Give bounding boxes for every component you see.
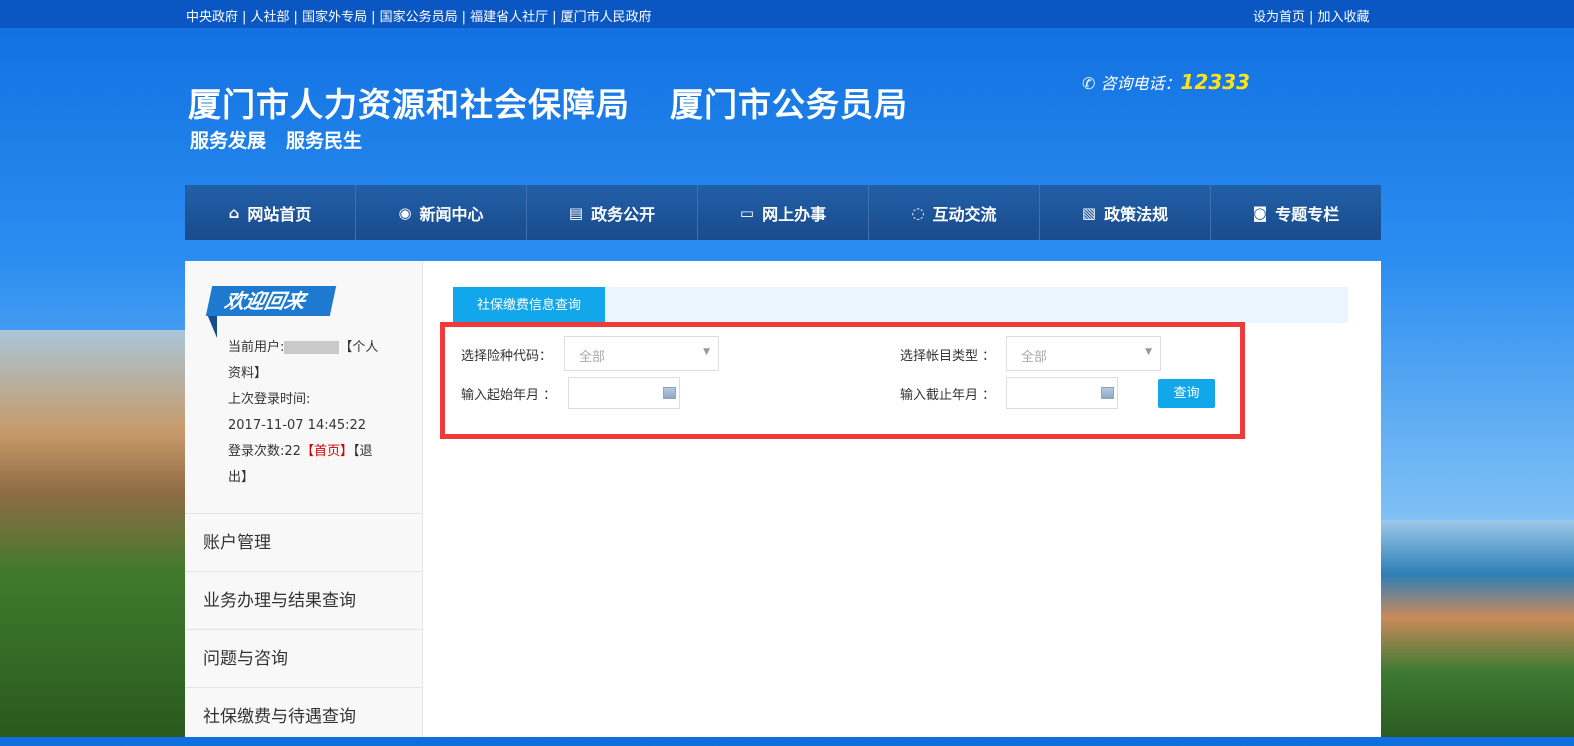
nav-label: 网站首页: [247, 204, 312, 224]
query-button[interactable]: 查询: [1158, 379, 1215, 408]
end-month-label: 输入截止年月 ：: [900, 388, 996, 403]
slogan: 服务发展 服务民生: [190, 126, 382, 153]
sidebar-item-business[interactable]: 业务办理与结果查询: [185, 571, 423, 629]
site-title: 厦门市人力资源和社会保障局 厦门市公务员局: [188, 78, 948, 126]
link-fujian-hrss[interactable]: 福建省人社厅: [470, 10, 548, 25]
tab-bar: 社保缴费信息查询: [453, 287, 1348, 323]
external-links: 中央政府 | 人社部 | 国家外专局 | 国家公务员局 | 福建省人社厅 | 厦门市人民政…: [186, 10, 652, 25]
chevron-down-icon: ▼: [703, 347, 710, 357]
link-civil-service[interactable]: 国家公务员局: [380, 10, 458, 25]
news-icon: ◉: [398, 203, 412, 222]
top-bar: 中央政府 | 人社部 | 国家外专局 | 国家公务员局 | 福建省人社厅 | 厦门市人民政…: [0, 0, 1574, 28]
sidebar-item-social-security[interactable]: 社保缴费与待遇查询: [185, 687, 423, 745]
sidebar: 欢迎回来 当前用户: 【个人资料】 上次登录时间: 2017-11-07 14:4…: [185, 261, 423, 737]
nav-label: 政务公开: [591, 204, 656, 224]
chat-icon: ◌: [911, 203, 925, 222]
insurance-value: 全部: [579, 350, 606, 365]
slogan-2: 服务民生: [286, 130, 363, 152]
add-bookmark-link[interactable]: 加入收藏: [1318, 10, 1370, 25]
sidebar-item-questions[interactable]: 问题与咨询: [185, 629, 423, 687]
home-link[interactable]: 【首页】: [301, 444, 353, 459]
calendar-icon[interactable]: [663, 387, 676, 399]
start-month-label: 输入起始年月 ：: [461, 388, 557, 403]
title-hrss: 厦门市人力资源和社会保障局: [188, 85, 630, 124]
account-type-select[interactable]: 全部 ▼: [1006, 336, 1161, 371]
nav-label: 政策法规: [1104, 204, 1169, 224]
welcome-banner: 欢迎回来: [205, 286, 337, 316]
slogan-1: 服务发展: [190, 130, 267, 152]
main-nav: ⌂ 网站首页 ◉ 新闻中心 ▤ 政务公开 ▭ 网上办事 ◌ 互动交流 ▧ 政策法规 ◙ 专题专…: [185, 185, 1381, 240]
scenery-left: [0, 330, 185, 737]
sidebar-item-account[interactable]: 账户管理: [185, 513, 423, 571]
last-login-time: 2017-11-07 14:45:22: [228, 418, 367, 433]
end-month-input[interactable]: [1006, 377, 1118, 409]
user-label: 当前用户:: [228, 340, 285, 355]
link-xiamen-gov[interactable]: 厦门市人民政府: [561, 10, 652, 25]
document-icon: ▤: [568, 203, 584, 222]
phone-label: 咨询电话：: [1100, 74, 1181, 93]
phone-number: 12333: [1180, 70, 1251, 94]
start-month-input[interactable]: [568, 377, 680, 409]
insurance-select[interactable]: 全部 ▼: [564, 336, 719, 371]
nav-home[interactable]: ⌂ 网站首页: [185, 185, 356, 240]
home-icon: ⌂: [228, 203, 240, 222]
policy-icon: ▧: [1081, 203, 1097, 222]
nav-interaction[interactable]: ◌ 互动交流: [869, 185, 1040, 240]
set-homepage-link[interactable]: 设为首页: [1253, 10, 1305, 25]
last-login-label: 上次登录时间:: [228, 392, 311, 407]
account-type-label: 选择帐目类型 ：: [900, 349, 996, 364]
scenery-right: [1380, 520, 1574, 737]
nav-topics[interactable]: ◙ 专题专栏: [1211, 185, 1381, 240]
link-safea[interactable]: 国家外专局: [302, 10, 367, 25]
insurance-label: 选择险种代码：: [461, 349, 553, 364]
calendar-icon[interactable]: [1101, 387, 1114, 399]
title-civil-service: 厦门市公务员局: [670, 85, 908, 124]
nav-policy[interactable]: ▧ 政策法规: [1040, 185, 1211, 240]
user-info: 当前用户: 【个人资料】 上次登录时间: 2017-11-07 14:45:22 …: [228, 335, 388, 491]
nav-label: 新闻中心: [419, 204, 484, 224]
phone-icon: ✆: [1082, 74, 1096, 93]
nav-public-affairs[interactable]: ▤ 政务公开: [527, 185, 698, 240]
tab-payment-query[interactable]: 社保缴费信息查询: [453, 287, 605, 323]
chevron-down-icon: ▼: [1145, 347, 1152, 357]
account-type-value: 全部: [1021, 350, 1048, 365]
ribbon-fold: [207, 314, 217, 338]
username-redacted: [284, 341, 340, 354]
nav-online-services[interactable]: ▭ 网上办事: [698, 185, 869, 240]
nav-label: 网上办事: [762, 204, 827, 224]
monitor-icon: ▭: [739, 203, 755, 222]
nav-label: 互动交流: [932, 204, 997, 224]
topic-icon: ◙: [1252, 203, 1268, 222]
link-central-gov[interactable]: 中央政府: [186, 10, 238, 25]
hotline: ✆ 咨询电话：12333: [1082, 70, 1250, 94]
query-form: 选择险种代码： 全部 ▼ 选择帐目类型 ： 全部 ▼ 输入起始年月 ： 输入截止年月…: [440, 322, 1245, 439]
content-panel: 欢迎回来 当前用户: 【个人资料】 上次登录时间: 2017-11-07 14:4…: [185, 261, 1381, 737]
link-mohrss[interactable]: 人社部: [251, 10, 290, 25]
login-count: 登录次数:22: [228, 444, 301, 459]
nav-news[interactable]: ◉ 新闻中心: [356, 185, 527, 240]
nav-label: 专题专栏: [1275, 204, 1340, 224]
sidebar-menu: 账户管理 业务办理与结果查询 问题与咨询 社保缴费与待遇查询: [185, 513, 423, 745]
